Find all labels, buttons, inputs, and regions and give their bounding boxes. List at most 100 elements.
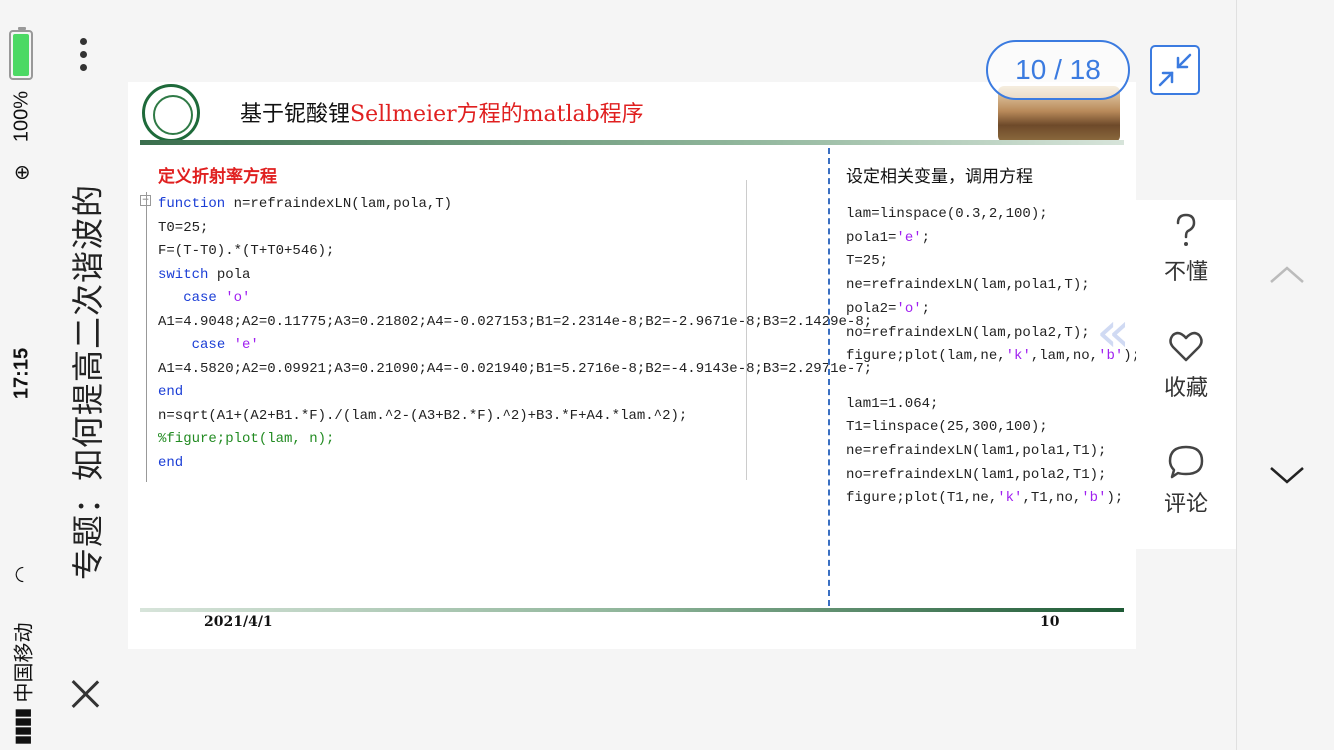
close-icon[interactable] xyxy=(68,676,102,710)
favorite-label: 收藏 xyxy=(1163,376,1208,401)
footer-date: 2021/4/1 xyxy=(204,614,273,630)
code-text: no=refraindexLN(lam,pola2,T); xyxy=(846,324,1090,341)
left-code-panel: 定义折射率方程 function n=refraindexLN(lam,pola… xyxy=(158,162,872,476)
comment-button[interactable]: 评论 xyxy=(1136,442,1236,518)
code-line: lam1=1.064; xyxy=(846,393,1136,417)
code-line: figure;plot(T1,ne,'k',T1,no,'b'); xyxy=(846,487,1136,511)
more-dots-icon[interactable] xyxy=(80,38,90,71)
carrier-name: 中国移动 xyxy=(13,622,36,703)
code-line: pola2='o'; xyxy=(846,298,1136,322)
code-string: 'k' xyxy=(997,490,1023,507)
code-keyword: case xyxy=(191,337,226,353)
page-counter: 10 / 18 xyxy=(986,40,1130,100)
code-text: ,lam,no, xyxy=(1030,348,1099,365)
code-string: 'k' xyxy=(1005,348,1031,365)
slide-title: 基于铌酸锂Sellmeier方程的matlab程序 xyxy=(240,96,644,128)
comment-label: 评论 xyxy=(1163,492,1208,517)
code-line: case 'o' xyxy=(158,287,818,311)
code-line: switch pola xyxy=(158,264,818,288)
code-line: T1=linspace(25,300,100); xyxy=(846,416,1136,440)
not-understand-button[interactable]: 不懂 xyxy=(1136,210,1236,286)
code-line: end xyxy=(158,452,818,476)
code-string: 'o' xyxy=(216,290,251,306)
comment-bubble-icon xyxy=(1168,445,1204,479)
code-text: T=25; xyxy=(846,253,889,270)
code-text: figure;plot(T1,ne, xyxy=(846,490,998,507)
code-text: pola2= xyxy=(846,300,897,317)
code-text: F=(T-T0).*(T+T0+546); xyxy=(158,243,335,259)
right-nav-strip xyxy=(1236,0,1334,750)
code-line: figure;plot(lam,ne,'k',lam,no,'b'); xyxy=(846,345,1140,369)
code-fold-line xyxy=(146,192,158,482)
right-code-block-2: lam1=1.064; T1=linspace(25,300,100); ne=re… xyxy=(846,393,1136,512)
left-nav: 专题：如何提高二次谐波的 xyxy=(44,0,128,750)
right-code-block-1: lam=linspace(0.3,2,100); pola1='e'; T=25; n… xyxy=(846,203,1140,369)
slide: 基于铌酸锂Sellmeier方程的matlab程序 − 定义折射率方程 func… xyxy=(128,82,1140,649)
footer-page-number: 10 xyxy=(1040,614,1060,630)
code-text: pola1= xyxy=(846,229,897,246)
code-line: F=(T-T0).*(T+T0+546); xyxy=(158,240,818,264)
code-text: ne=refraindexLN(lam,pola1,T); xyxy=(846,277,1090,294)
code-line: T=25; xyxy=(846,250,1136,274)
code-line: A1=4.9048;A2=0.11775;A3=0.21802;A4=-0.02… xyxy=(158,311,872,335)
code-string: 'b' xyxy=(1081,490,1107,507)
code-keyword: function xyxy=(158,196,226,212)
left-heading: 定义折射率方程 xyxy=(158,167,277,187)
code-keyword: end xyxy=(158,384,184,400)
slide-title-highlight: Sellmeier方程的matlab程序 xyxy=(350,102,644,127)
code-line: n=sqrt(A1+(A2+B1.*F)./(lam.^2-(A3+B2.*F)… xyxy=(158,405,818,429)
left-code-block: function n=refraindexLN(lam,pola,T) T0=25… xyxy=(158,193,872,476)
code-text: ,T1,no, xyxy=(1022,490,1082,507)
collapse-arrows-icon[interactable] xyxy=(1150,45,1200,95)
code-keyword: end xyxy=(158,454,184,471)
wifi-icon: ◠ xyxy=(11,565,34,584)
code-line: function n=refraindexLN(lam,pola,T) xyxy=(158,193,818,217)
right-code-panel: 设定相关变量，调用方程 lam=linspace(0.3,2,100); pola… xyxy=(846,162,1140,512)
code-line: lam=linspace(0.3,2,100); xyxy=(846,203,1136,227)
code-string: 'e' xyxy=(225,337,259,353)
code-line: pola1='e'; xyxy=(846,227,1136,251)
battery-percent: 100% xyxy=(10,90,33,143)
chevron-up-icon[interactable] xyxy=(1267,260,1307,290)
code-line: A1=4.5820;A2=0.09921;A3=0.21090;A4=-0.02… xyxy=(158,358,872,382)
code-text: A1=4.5820;A2=0.09921;A3=0.21090;A4=-0.02… xyxy=(158,360,873,377)
status-time: 17:15 xyxy=(10,347,33,400)
code-text: ; xyxy=(921,229,931,246)
code-line: no=refraindexLN(lam,pola2,T); xyxy=(846,322,1136,346)
heart-icon xyxy=(1169,331,1203,362)
header-divider xyxy=(140,140,1124,145)
code-string: 'e' xyxy=(896,229,922,246)
question-icon xyxy=(1176,213,1196,246)
chevron-down-icon[interactable] xyxy=(1267,460,1307,490)
page-title: 专题：如何提高二次谐波的 xyxy=(69,183,107,580)
code-keyword: case xyxy=(183,290,217,306)
code-text: figure;plot(lam,ne, xyxy=(846,348,1006,365)
code-line: %figure;plot(lam, n); xyxy=(158,428,818,452)
not-understand-label: 不懂 xyxy=(1163,260,1208,285)
code-string: 'o' xyxy=(896,300,922,317)
code-text: lam1=1.064; xyxy=(846,395,939,412)
code-comment: %figure;plot(lam, n); xyxy=(158,431,335,447)
code-text: no=refraindexLN(lam1,pola2,T1); xyxy=(846,466,1107,483)
code-text: T1=linspace(25,300,100); xyxy=(846,419,1048,436)
status-bar: 100% ⊕ 17:15 ◠ 中国移动 ▮▮▮▮ xyxy=(0,0,44,750)
code-text: n=sqrt(A1+(A2+B1.*F)./(lam.^2-(A3+B2.*F)… xyxy=(158,407,688,424)
code-line: ne=refraindexLN(lam,pola1,T); xyxy=(846,274,1136,298)
battery-icon xyxy=(9,27,33,80)
document-viewer: 100% ⊕ 17:15 ◠ 中国移动 ▮▮▮▮ 专题：如何提高二次谐波的 基于… xyxy=(0,0,1334,750)
code-text: n=refraindexLN(lam,pola,T) xyxy=(225,196,453,212)
code-text: ne=refraindexLN(lam1,pola1,T1); xyxy=(846,443,1107,460)
code-line: T0=25; xyxy=(158,217,818,241)
code-keyword: switch xyxy=(158,266,209,283)
code-text: A1=4.9048;A2=0.11775;A3=0.21802;A4=-0.02… xyxy=(158,313,873,330)
footer-divider xyxy=(140,608,1124,612)
slide-title-part: 基于铌酸锂 xyxy=(240,102,351,127)
code-text: ; xyxy=(921,300,931,317)
signal-icon: ▮▮▮▮ xyxy=(11,709,34,746)
rotation-lock-icon: ⊕ xyxy=(11,164,34,181)
column-divider xyxy=(828,148,830,606)
favorite-button[interactable]: 收藏 xyxy=(1136,326,1236,402)
right-heading: 设定相关变量，调用方程 xyxy=(846,167,1033,187)
